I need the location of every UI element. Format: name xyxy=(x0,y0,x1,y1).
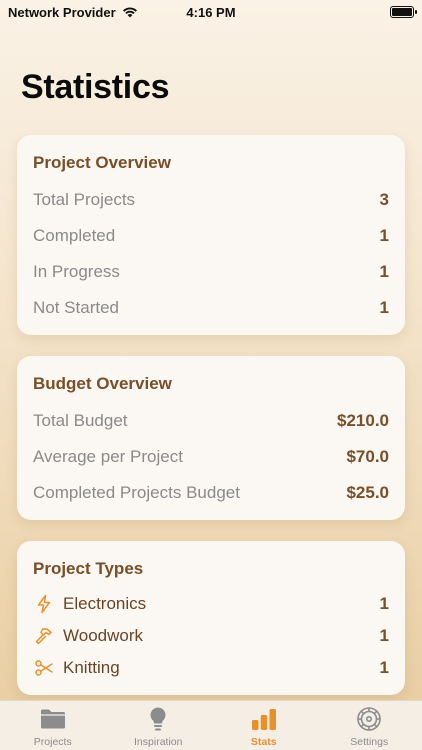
stat-value: 3 xyxy=(379,190,389,209)
type-label: Woodwork xyxy=(63,626,143,645)
tab-label: Inspiration xyxy=(134,736,183,748)
battery-icon xyxy=(390,6,417,18)
stat-row-not-started: Not Started 1 xyxy=(33,290,389,326)
tab-label: Projects xyxy=(33,736,72,748)
tab-inspiration[interactable]: Inspiration xyxy=(106,701,212,750)
project-types-card: Project Types Electronics 1 Woodwork 1 K… xyxy=(17,541,405,695)
tab-bar: Projects Inspiration Stats Settings xyxy=(0,700,422,750)
budget-label: Average per Project xyxy=(33,447,183,466)
scissors-icon xyxy=(33,657,55,679)
stat-label: Completed xyxy=(33,226,116,245)
bolt-icon xyxy=(33,593,55,615)
project-overview-card: Project Overview Total Projects 3 Comple… xyxy=(17,135,405,335)
wifi-icon xyxy=(122,7,137,18)
carrier-label: Network Provider xyxy=(8,4,116,20)
budget-row-completed: Completed Projects Budget $25.0 xyxy=(33,475,389,511)
type-label: Knitting xyxy=(63,658,120,677)
battery-fill xyxy=(392,8,412,16)
stat-value: 1 xyxy=(379,298,389,317)
budget-label: Total Budget xyxy=(33,411,128,430)
status-bar: Network Provider 4:16 PM xyxy=(0,0,422,24)
budget-value: $25.0 xyxy=(346,483,389,502)
bar-chart-icon xyxy=(249,705,279,733)
type-count: 1 xyxy=(379,626,389,645)
tab-label: Settings xyxy=(350,736,389,748)
stat-label: In Progress xyxy=(33,262,120,281)
stat-value: 1 xyxy=(379,262,389,281)
page-title: Statistics xyxy=(21,68,170,106)
stat-label: Not Started xyxy=(33,298,119,317)
tab-stats[interactable]: Stats xyxy=(211,701,317,750)
stat-row-total-projects: Total Projects 3 xyxy=(33,182,389,218)
type-row-knitting: Knitting 1 xyxy=(33,652,389,684)
project-overview-title: Project Overview xyxy=(33,153,171,172)
lightbulb-icon xyxy=(143,705,173,733)
tab-label: Stats xyxy=(250,736,277,748)
budget-overview-card: Budget Overview Total Budget $210.0 Aver… xyxy=(17,356,405,520)
folder-icon xyxy=(38,705,68,733)
tab-projects[interactable]: Projects xyxy=(0,701,106,750)
budget-row-total: Total Budget $210.0 xyxy=(33,403,389,439)
project-types-title: Project Types xyxy=(33,559,144,578)
type-count: 1 xyxy=(379,658,389,677)
type-left: Knitting xyxy=(33,657,120,679)
gear-icon xyxy=(354,705,384,733)
stat-row-in-progress: In Progress 1 xyxy=(33,254,389,290)
budget-value: $210.0 xyxy=(337,411,389,430)
tab-settings[interactable]: Settings xyxy=(317,701,422,750)
type-count: 1 xyxy=(379,594,389,613)
type-row-electronics: Electronics 1 xyxy=(33,588,389,620)
status-left: Network Provider xyxy=(8,5,138,20)
stat-row-completed: Completed 1 xyxy=(33,218,389,254)
type-left: Electronics xyxy=(33,593,146,615)
hammer-icon xyxy=(33,625,55,647)
stat-value: 1 xyxy=(379,226,389,245)
budget-row-average: Average per Project $70.0 xyxy=(33,439,389,475)
budget-overview-title: Budget Overview xyxy=(33,374,172,393)
budget-value: $70.0 xyxy=(346,447,389,466)
type-left: Woodwork xyxy=(33,625,143,647)
type-row-woodwork: Woodwork 1 xyxy=(33,620,389,652)
budget-label: Completed Projects Budget xyxy=(33,483,240,502)
type-label: Electronics xyxy=(63,594,147,613)
stat-label: Total Projects xyxy=(33,190,136,209)
